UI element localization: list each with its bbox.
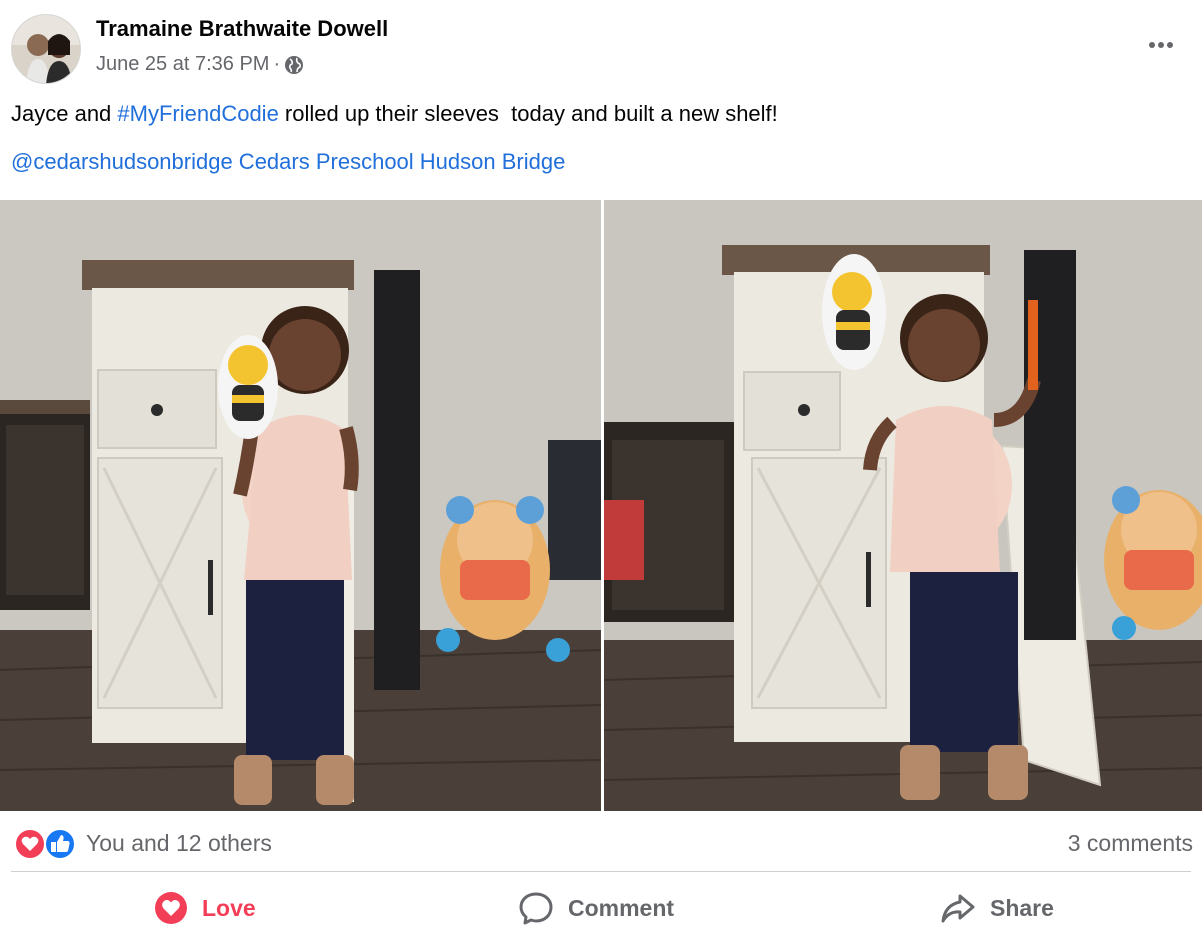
reaction-summary[interactable]: You and 12 others — [86, 830, 272, 857]
comment-label: Comment — [568, 894, 675, 921]
avatar-image — [12, 15, 80, 83]
post-text-part: rolled up their sleeves today and built … — [278, 101, 778, 126]
love-icon — [155, 892, 187, 924]
action-bar: Love Comment Share — [0, 878, 1202, 938]
avatar[interactable] — [11, 14, 81, 84]
share-label: Share — [990, 894, 1054, 921]
share-icon — [941, 894, 975, 923]
like-reaction-icon — [44, 828, 76, 860]
author-name[interactable]: Tramaine Brathwaite Dowell — [96, 16, 388, 42]
love-label: Love — [202, 894, 256, 921]
reaction-icons[interactable] — [14, 828, 78, 860]
comment-button[interactable]: Comment — [518, 888, 674, 928]
post-text-part: Jayce and — [11, 101, 118, 126]
hashtag-link[interactable]: #MyFriendCodie — [117, 101, 278, 126]
globe-icon[interactable] — [284, 55, 304, 75]
love-reaction-icon — [14, 828, 46, 860]
photo-1[interactable] — [0, 200, 601, 811]
comments-count[interactable]: 3 comments — [1068, 830, 1193, 857]
more-options-icon[interactable] — [1144, 30, 1178, 60]
post-text-line-1: Jayce and #MyFriendCodie rolled up their… — [11, 101, 778, 127]
reactions-bar: You and 12 others 3 comments — [0, 818, 1202, 868]
post-header: Tramaine Brathwaite Dowell June 25 at 7:… — [0, 0, 1202, 95]
share-button[interactable]: Share — [940, 888, 1054, 928]
mention-link[interactable]: @cedarshudsonbridge Cedars Preschool Hud… — [11, 149, 565, 175]
photo-grid — [0, 200, 1202, 811]
post-meta: June 25 at 7:36 PM · — [96, 53, 304, 76]
love-button[interactable]: Love — [154, 888, 256, 928]
photo-2[interactable] — [604, 200, 1202, 811]
timestamp[interactable]: June 25 at 7:36 PM — [96, 53, 269, 76]
meta-separator: · — [273, 53, 281, 75]
comment-icon — [519, 892, 553, 925]
divider — [11, 871, 1191, 872]
